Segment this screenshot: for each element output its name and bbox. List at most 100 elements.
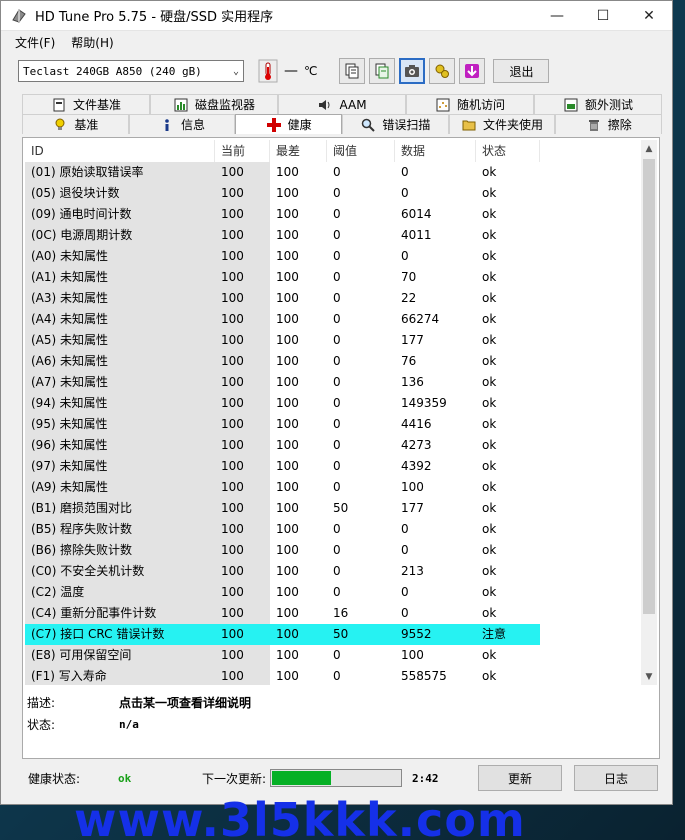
header-status[interactable]: 状态 [476, 140, 540, 162]
table-row[interactable]: (0C) 电源周期计数 100 100 0 4011 ok [25, 225, 657, 246]
description-label: 描述: [27, 695, 56, 710]
info-icon [159, 117, 175, 133]
cell-status: 注意 [476, 624, 540, 645]
cell-status: ok [482, 501, 497, 515]
tab-aam[interactable]: AAM [278, 94, 406, 114]
cell-threshold: 0 [333, 291, 341, 305]
tab-health[interactable]: 健康 [235, 114, 343, 134]
cell-worst: 100 [276, 606, 299, 620]
tab-extra-tests[interactable]: 额外测试 [534, 94, 662, 114]
table-row[interactable]: (E8) 可用保留空间 100 100 0 100 ok [25, 645, 657, 666]
header-id[interactable]: ID [25, 140, 215, 162]
cell-current: 100 [215, 372, 270, 393]
cell-status: ok [482, 375, 497, 389]
copy-icon[interactable] [339, 58, 366, 84]
maximize-button[interactable]: ☐ [580, 1, 626, 31]
cell-worst: 100 [276, 543, 299, 557]
header-threshold[interactable]: 阈值 [327, 140, 395, 162]
cell-worst: 100 [276, 459, 299, 473]
table-row[interactable]: (95) 未知属性 100 100 0 4416 ok [25, 414, 657, 435]
header-current[interactable]: 当前 [215, 140, 270, 162]
menu-file[interactable]: 文件(F) [7, 34, 63, 51]
table-row[interactable]: (05) 退役块计数 100 100 0 0 ok [25, 183, 657, 204]
scroll-down-icon[interactable]: ▼ [641, 668, 657, 685]
table-row[interactable]: (01) 原始读取错误率 100 100 0 0 ok [25, 162, 657, 183]
drive-select[interactable]: Teclast 240GB A850 (240 gB) ⌄ [18, 60, 244, 82]
status-label: 状态: [27, 717, 56, 732]
cell-id: (C4) 重新分配事件计数 [25, 603, 215, 624]
tab-error-scan[interactable]: 错误扫描 [342, 114, 449, 134]
tab-label: 擦除 [607, 118, 632, 132]
close-button[interactable]: ✕ [626, 1, 672, 31]
cell-id: (C2) 温度 [25, 582, 215, 603]
cell-current: 100 [215, 414, 270, 435]
refresh-button[interactable]: 更新 [478, 765, 563, 791]
cell-id: (A6) 未知属性 [25, 351, 215, 372]
cell-data: 0 [401, 585, 409, 599]
cell-current: 100 [215, 456, 270, 477]
copy-info-icon[interactable] [369, 58, 396, 84]
tab-folder-usage[interactable]: 文件夹使用 [448, 114, 556, 134]
screenshot-icon[interactable] [399, 58, 426, 84]
table-row[interactable]: (09) 通电时间计数 100 100 0 6014 ok [25, 204, 657, 225]
cell-threshold: 0 [333, 564, 341, 578]
table-row[interactable]: (A7) 未知属性 100 100 0 136 ok [25, 372, 657, 393]
cell-threshold: 0 [333, 228, 341, 242]
chevron-down-icon: ⌄ [232, 65, 239, 77]
magnifier-icon [360, 117, 376, 133]
cell-status: ok [482, 438, 497, 452]
cell-status: ok [482, 564, 497, 578]
cell-id: (C0) 不安全关机计数 [25, 561, 215, 582]
header-data[interactable]: 数据 [395, 140, 476, 162]
cell-threshold: 0 [333, 354, 341, 368]
exit-button[interactable]: 退出 [493, 59, 550, 83]
cell-worst: 100 [276, 396, 299, 410]
scroll-thumb[interactable] [643, 159, 655, 614]
cell-data: 4416 [401, 417, 432, 431]
cell-id: (A1) 未知属性 [25, 267, 215, 288]
cell-threshold: 50 [333, 501, 349, 515]
table-row[interactable]: (96) 未知属性 100 100 0 4273 ok [25, 435, 657, 456]
table-row[interactable]: (B1) 磨损范围对比 100 100 50 177 ok [25, 498, 657, 519]
download-icon[interactable] [459, 58, 486, 84]
table-row[interactable]: (A3) 未知属性 100 100 0 22 ok [25, 288, 657, 309]
tab-info[interactable]: 信息 [128, 114, 236, 134]
table-row[interactable]: (A5) 未知属性 100 100 0 177 ok [25, 330, 657, 351]
table-row[interactable]: (C0) 不安全关机计数 100 100 0 213 ok [25, 561, 657, 582]
table-row[interactable]: (A1) 未知属性 100 100 0 70 ok [25, 267, 657, 288]
header-worst[interactable]: 最差 [270, 140, 327, 162]
table-row[interactable]: (A4) 未知属性 100 100 0 66274 ok [25, 309, 657, 330]
scroll-up-icon[interactable]: ▲ [641, 140, 657, 157]
table-row[interactable]: (C4) 重新分配事件计数 100 100 16 0 ok [25, 603, 657, 624]
table-row[interactable]: (A9) 未知属性 100 100 0 100 ok [25, 477, 657, 498]
table-row[interactable]: (F1) 写入寿命 100 100 0 558575 ok [25, 666, 657, 685]
tab-label: 信息 [181, 118, 206, 132]
tab-disk-monitor[interactable]: 磁盘监视器 [150, 94, 278, 114]
cell-data: 136 [401, 375, 424, 389]
cell-data: 22 [401, 291, 417, 305]
table-row[interactable]: (94) 未知属性 100 100 0 149359 ok [25, 393, 657, 414]
tab-benchmark[interactable]: 基准 [22, 114, 129, 134]
menu-help[interactable]: 帮助(H) [63, 34, 121, 51]
smart-table[interactable]: ID 当前 最差 阈值 数据 状态 (01) 原始读取错误率 100 100 0 0 ok… [25, 140, 657, 685]
cell-status: ok [482, 417, 497, 431]
table-row[interactable]: (C2) 温度 100 100 0 0 ok [25, 582, 657, 603]
tab-random-access[interactable]: 随机访问 [406, 94, 534, 114]
log-button[interactable]: 日志 [574, 765, 659, 791]
table-row[interactable]: (B6) 擦除失败计数 100 100 0 0 ok [25, 540, 657, 561]
table-row[interactable]: (B5) 程序失败计数 100 100 0 0 ok [25, 519, 657, 540]
table-scrollbar[interactable]: ▲ ▼ [641, 140, 657, 685]
table-row[interactable]: (C7) 接口 CRC 错误计数 100 100 50 9552 注意 [25, 624, 657, 645]
tab-label: 错误扫描 [382, 118, 431, 132]
status-value: n/a [119, 717, 139, 731]
tab-erase[interactable]: 擦除 [555, 114, 663, 134]
tab-file-benchmark[interactable]: 文件基准 [22, 94, 150, 114]
table-row[interactable]: (A0) 未知属性 100 100 0 0 ok [25, 246, 657, 267]
table-row[interactable]: (A6) 未知属性 100 100 0 76 ok [25, 351, 657, 372]
cell-id: (96) 未知属性 [25, 435, 215, 456]
table-row[interactable]: (97) 未知属性 100 100 0 4392 ok [25, 456, 657, 477]
options-icon[interactable] [429, 58, 456, 84]
cell-status: ok [482, 606, 497, 620]
footer: 健康状态: ok 下一次更新: 2:42 更新 日志 [22, 760, 662, 796]
minimize-button[interactable]: — [534, 1, 580, 31]
